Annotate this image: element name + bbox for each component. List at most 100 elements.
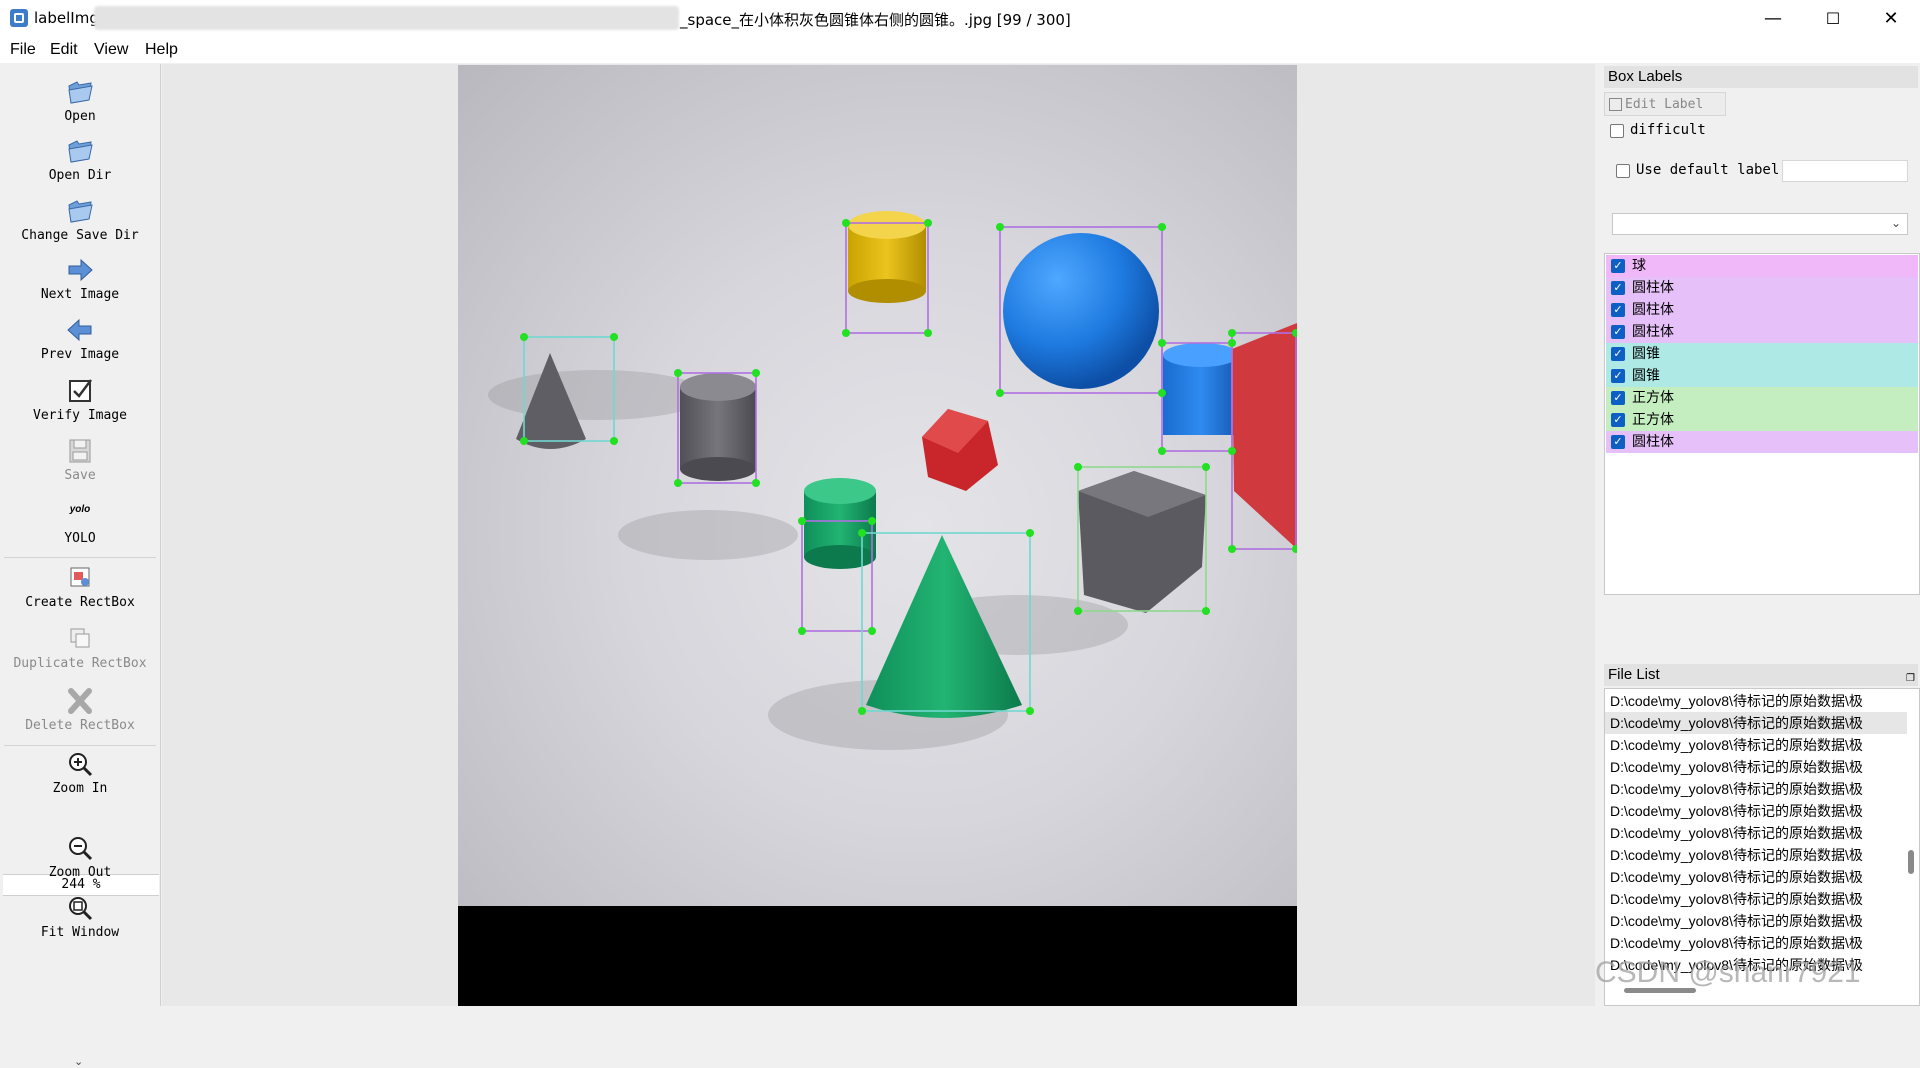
duplicate-rectbox-button[interactable]: Duplicate RectBox bbox=[0, 625, 160, 671]
file-list-item[interactable]: D:\code\my_yolov8\待标记的原始数据\极 bbox=[1605, 800, 1907, 822]
verify-image-button[interactable]: Verify Image bbox=[0, 377, 160, 423]
check-icon[interactable]: ✓ bbox=[1611, 259, 1625, 273]
menu-bar: File Edit View Help bbox=[0, 37, 1920, 63]
file-list-item[interactable]: D:\code\my_yolov8\待标记的原始数据\极 bbox=[1605, 866, 1907, 888]
red-prism bbox=[1232, 323, 1297, 549]
delete-rectbox-button[interactable]: Delete RectBox bbox=[0, 687, 160, 733]
check-icon[interactable]: ✓ bbox=[1611, 435, 1625, 449]
prev-image-button[interactable]: Prev Image bbox=[0, 316, 160, 362]
label-row[interactable]: ✓ 圆柱体 bbox=[1606, 431, 1918, 453]
open-dir-label: Open Dir bbox=[48, 168, 112, 183]
fit-window-icon bbox=[69, 897, 93, 921]
check-icon[interactable]: ✓ bbox=[1611, 325, 1625, 339]
annotated-image bbox=[458, 65, 1297, 906]
check-icon[interactable]: ✓ bbox=[1611, 413, 1625, 427]
label-row[interactable]: ✓ 球 bbox=[1606, 255, 1918, 277]
create-rectbox-button[interactable]: Create RectBox bbox=[0, 564, 160, 610]
open-label: Open bbox=[64, 109, 96, 124]
label-row[interactable]: ✓ 圆柱体 bbox=[1606, 321, 1918, 343]
grey-cylinder-base bbox=[680, 457, 756, 481]
open-dir-button[interactable]: Open Dir bbox=[0, 137, 160, 183]
delete-rectbox-label: Delete RectBox bbox=[25, 718, 135, 733]
minimize-button[interactable]: — bbox=[1744, 0, 1802, 36]
folder-icon bbox=[68, 140, 93, 163]
chevron-down-icon[interactable]: ⌄ bbox=[74, 1055, 83, 1068]
duplicate-rectbox-label: Duplicate RectBox bbox=[13, 656, 147, 671]
box-labels-title: Box Labels bbox=[1604, 66, 1918, 88]
label-row-text: 圆柱体 bbox=[1632, 280, 1674, 296]
create-rect-icon bbox=[70, 567, 90, 587]
close-button[interactable]: ✕ bbox=[1862, 0, 1920, 36]
save-button[interactable]: Save bbox=[0, 437, 160, 483]
blue-cylinder-top bbox=[1163, 343, 1239, 367]
menu-file[interactable]: File bbox=[10, 41, 36, 59]
scene-drawing bbox=[488, 211, 1297, 750]
shadow bbox=[618, 510, 798, 560]
watermark: CSDN @shanr7921 bbox=[1595, 956, 1861, 989]
image-padding bbox=[458, 906, 1297, 1006]
menu-edit[interactable]: Edit bbox=[50, 41, 78, 59]
label-row[interactable]: ✓ 圆柱体 bbox=[1606, 277, 1918, 299]
chevron-down-icon: ⌄ bbox=[1890, 216, 1901, 230]
file-list-item[interactable]: D:\code\my_yolov8\待标记的原始数据\极 bbox=[1605, 778, 1907, 800]
label-row[interactable]: ✓ 圆锥 bbox=[1606, 365, 1918, 387]
file-list-item[interactable]: D:\code\my_yolov8\待标记的原始数据\极 bbox=[1605, 932, 1907, 954]
file-list-item[interactable]: D:\code\my_yolov8\待标记的原始数据\极 bbox=[1605, 822, 1907, 844]
file-list-item[interactable]: D:\code\my_yolov8\待标记的原始数据\极 bbox=[1605, 910, 1907, 932]
difficult-label: difficult bbox=[1630, 122, 1706, 138]
file-list-title-text: File List bbox=[1608, 666, 1660, 683]
file-list-item[interactable]: D:\code\my_yolov8\待标记的原始数据\极 bbox=[1605, 690, 1907, 712]
title-bar: labelImg _space_在小体积灰色圆锥体右侧的圆锥。.jpg [99 … bbox=[0, 0, 1920, 38]
right-dock: Box Labels Edit Label difficult Use defa… bbox=[1600, 64, 1920, 1006]
labelimg-app-icon bbox=[10, 9, 28, 27]
zoom-out-button[interactable]: Zoom Out bbox=[0, 834, 160, 880]
file-list-vertical-scrollbar[interactable] bbox=[1908, 850, 1914, 874]
menu-help[interactable]: Help bbox=[145, 41, 178, 59]
use-default-label-checkbox[interactable] bbox=[1616, 164, 1630, 178]
float-dock-icon[interactable]: ❐ bbox=[1906, 668, 1918, 684]
app-name: labelImg bbox=[34, 9, 99, 27]
save-icon bbox=[69, 439, 91, 463]
open-button[interactable]: Open bbox=[0, 78, 160, 124]
file-list-item[interactable]: D:\code\my_yolov8\待标记的原始数据\极 bbox=[1605, 888, 1907, 910]
image-canvas[interactable] bbox=[162, 64, 1595, 1006]
check-icon[interactable]: ✓ bbox=[1611, 347, 1625, 361]
checkbox-check-icon bbox=[69, 379, 92, 402]
green-cylinder-base bbox=[804, 545, 876, 569]
prev-image-label: Prev Image bbox=[40, 347, 120, 362]
edit-label-text: Edit Label bbox=[1625, 97, 1704, 112]
label-row-text: 正方体 bbox=[1632, 412, 1674, 428]
yellow-cylinder-base bbox=[848, 279, 926, 303]
label-list: ✓ 球 ✓ 圆柱体 ✓ 圆柱体 ✓ 圆柱体 ✓ 圆锥 ✓ 圆锥 ✓ 正方体 ✓ 正方体 ✓ 圆柱体 bbox=[1604, 253, 1920, 595]
default-label-input[interactable] bbox=[1782, 160, 1908, 182]
difficult-checkbox[interactable] bbox=[1610, 124, 1624, 138]
label-row[interactable]: ✓ 圆柱体 bbox=[1606, 299, 1918, 321]
zoom-in-button[interactable]: Zoom In bbox=[0, 750, 160, 796]
left-toolbar: Open Open Dir Change Save Dir Next Image… bbox=[0, 64, 161, 1068]
label-combobox[interactable]: ⌄ bbox=[1612, 213, 1908, 235]
file-list-item-selected[interactable]: D:\code\my_yolov8\待标记的原始数据\极 bbox=[1605, 712, 1907, 734]
file-list-item[interactable]: D:\code\my_yolov8\待标记的原始数据\极 bbox=[1605, 734, 1907, 756]
maximize-button[interactable]: ☐ bbox=[1804, 0, 1862, 36]
file-list-item[interactable]: D:\code\my_yolov8\待标记的原始数据\极 bbox=[1605, 756, 1907, 778]
yolo-format-button[interactable]: yolo YOLO bbox=[0, 504, 160, 546]
edit-label-button[interactable]: Edit Label bbox=[1604, 92, 1726, 116]
check-icon[interactable]: ✓ bbox=[1611, 391, 1625, 405]
check-icon[interactable]: ✓ bbox=[1611, 281, 1625, 295]
menu-view[interactable]: View bbox=[94, 41, 128, 59]
duplicate-icon bbox=[70, 628, 90, 648]
label-row[interactable]: ✓ 正方体 bbox=[1606, 387, 1918, 409]
zoom-in-label: Zoom In bbox=[52, 781, 108, 796]
label-row[interactable]: ✓ 圆锥 bbox=[1606, 343, 1918, 365]
next-image-button[interactable]: Next Image bbox=[0, 256, 160, 302]
check-icon[interactable]: ✓ bbox=[1611, 369, 1625, 383]
zoom-out-icon bbox=[69, 837, 93, 861]
change-save-dir-button[interactable]: Change Save Dir bbox=[0, 197, 160, 243]
label-row[interactable]: ✓ 正方体 bbox=[1606, 409, 1918, 431]
label-row-text: 圆柱体 bbox=[1632, 302, 1674, 318]
edit-icon bbox=[1609, 98, 1622, 111]
check-icon[interactable]: ✓ bbox=[1611, 303, 1625, 317]
file-list-item[interactable]: D:\code\my_yolov8\待标记的原始数据\极 bbox=[1605, 844, 1907, 866]
fit-window-button[interactable]: Fit Window bbox=[0, 894, 160, 940]
fit-window-label: Fit Window bbox=[40, 925, 120, 940]
